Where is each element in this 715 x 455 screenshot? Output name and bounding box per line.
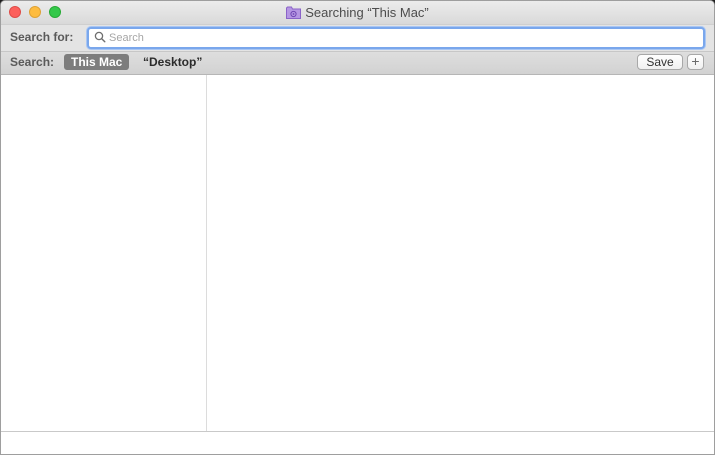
search-field[interactable]: [87, 27, 705, 49]
window-title: Searching “This Mac”: [305, 5, 429, 20]
smart-folder-icon: [286, 6, 302, 19]
window-title-area: Searching “This Mac”: [1, 1, 714, 24]
search-for-label: Search for:: [10, 30, 74, 44]
search-scope-label: Search:: [10, 55, 55, 69]
scope-desktop-button[interactable]: “Desktop”: [143, 55, 202, 69]
scope-this-mac-button[interactable]: This Mac: [64, 54, 130, 70]
sidebar[interactable]: [1, 75, 207, 431]
finder-search-window: Searching “This Mac” Search for: Search:…: [0, 0, 715, 455]
search-icon: [94, 31, 106, 43]
plus-icon: +: [691, 53, 700, 69]
search-scope-bar: Search: This Mac “Desktop” Save +: [1, 51, 714, 75]
save-search-button[interactable]: Save: [637, 54, 683, 70]
status-bar: [1, 431, 714, 454]
title-bar[interactable]: Searching “This Mac”: [1, 1, 714, 24]
add-criteria-button[interactable]: +: [687, 54, 704, 70]
search-input[interactable]: [109, 29, 694, 47]
search-for-bar: Search for:: [1, 24, 714, 51]
search-results-area[interactable]: [207, 75, 714, 431]
